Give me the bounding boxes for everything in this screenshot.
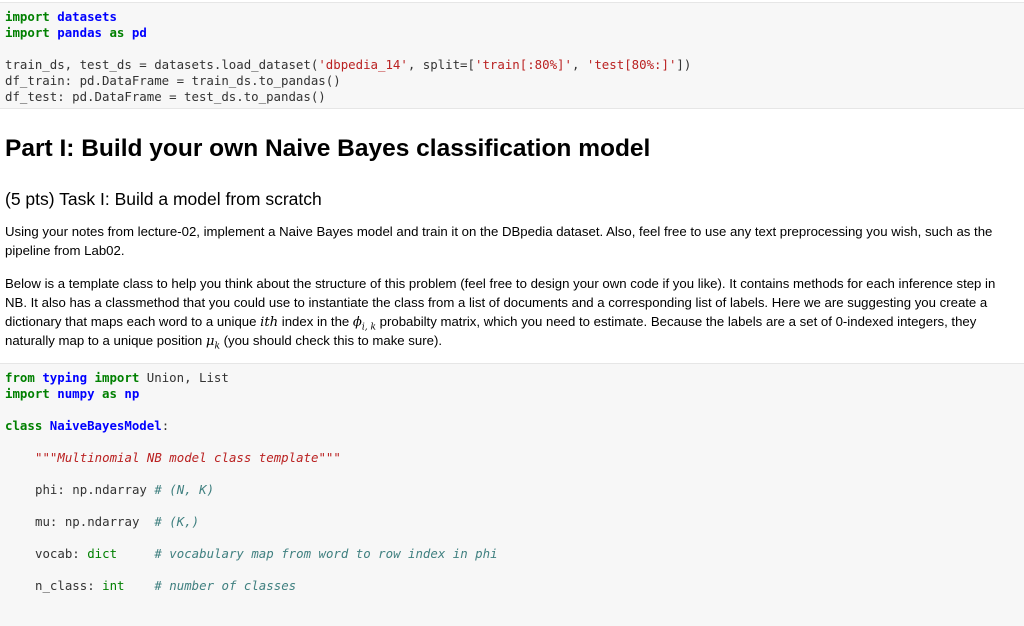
paragraph-line: pipeline from Lab02. <box>5 243 125 258</box>
code-module: pandas <box>57 25 102 40</box>
code-line: n_class: int # number of classes <box>35 578 296 594</box>
code-text: ]) <box>676 57 692 72</box>
code-string: 'dbpedia_14' <box>318 57 408 72</box>
code-keyword: as <box>102 386 117 401</box>
math-ith: ith <box>260 315 279 330</box>
code-text: phi: np.ndarray <box>35 482 155 497</box>
code-docstring: """Multinomial NB model class template""… <box>35 450 341 465</box>
code-alias: np <box>124 386 140 401</box>
code-line: import datasets <box>5 9 117 25</box>
math-phi: ϕ <box>352 315 362 330</box>
code-line: mu: np.ndarray # (K,) <box>35 514 199 530</box>
code-text: train_ds, test_ds = datasets.load_datase… <box>5 57 319 72</box>
code-keyword: class <box>5 418 43 433</box>
code-comment: # (K,) <box>154 514 200 529</box>
code-keyword: as <box>109 25 125 40</box>
code-text: : <box>161 418 170 433</box>
code-line: """Multinomial NB model class template""… <box>35 450 341 466</box>
code-comment: # vocabulary map from word to row index … <box>154 546 498 561</box>
code-line: import pandas as pd <box>5 25 147 41</box>
paragraph-text: probabilty matrix, which you need to est… <box>375 314 977 329</box>
code-text: Union, List <box>139 370 229 385</box>
task-heading: (5 pts) Task I: Build a model from scrat… <box>5 189 322 209</box>
paragraph-text: (you should check this to make sure). <box>219 333 443 348</box>
code-comment: # number of classes <box>154 578 297 593</box>
code-line: df_train: pd.DataFrame = train_ds.to_pan… <box>5 73 341 88</box>
code-keyword: import <box>94 370 140 385</box>
code-line: from typing import Union, List <box>5 370 229 386</box>
code-line: phi: np.ndarray # (N, K) <box>35 482 214 498</box>
code-line: import numpy as np <box>5 386 139 402</box>
paragraph-line: Below is a template class to help you th… <box>5 276 996 291</box>
code-class-name: NaiveBayesModel <box>49 418 162 433</box>
code-module: datasets <box>57 9 117 24</box>
code-text: mu: np.ndarray <box>35 514 155 529</box>
paragraph-text: index in the <box>278 314 353 329</box>
code-keyword: import <box>5 386 50 401</box>
paragraph-line: naturally map to a unique position μk (y… <box>5 331 1024 357</box>
code-text: , split=[ <box>407 57 475 72</box>
code-line: vocab: dict # vocabulary map from word t… <box>35 546 498 562</box>
page-title: Part I: Build your own Naive Bayes class… <box>5 135 651 162</box>
code-keyword: from <box>5 370 35 385</box>
code-text: vocab: <box>35 546 88 561</box>
code-cell-imports[interactable]: import datasets import pandas as pd trai… <box>0 2 1024 109</box>
code-module: typing <box>42 370 88 385</box>
paragraph-text: naturally map to a unique position <box>5 333 206 348</box>
code-line: class NaiveBayesModel: <box>5 418 169 434</box>
code-cell-class-template[interactable]: from typing import Union, List import nu… <box>0 363 1024 626</box>
code-text: , <box>571 57 587 72</box>
code-string: 'test[80%:]' <box>586 57 677 72</box>
code-builtin: int <box>102 578 125 593</box>
code-builtin: dict <box>87 546 118 561</box>
code-string: 'train[:80%]' <box>474 57 572 72</box>
paragraph-text: dictionary that maps each word to a uniq… <box>5 314 261 329</box>
code-line: df_test: pd.DataFrame = test_ds.to_panda… <box>5 89 326 104</box>
code-comment: # (N, K) <box>154 482 215 497</box>
code-text: n_class: <box>35 578 103 593</box>
code-keyword: import <box>5 25 50 40</box>
code-keyword: import <box>5 9 50 24</box>
paragraph-line: Using your notes from lecture-02, implem… <box>5 224 993 239</box>
code-module: numpy <box>57 386 95 401</box>
code-line: train_ds, test_ds = datasets.load_datase… <box>5 57 691 73</box>
paragraph-line: NB. It also has a classmethod that you c… <box>5 295 988 310</box>
code-alias: pd <box>131 25 147 40</box>
